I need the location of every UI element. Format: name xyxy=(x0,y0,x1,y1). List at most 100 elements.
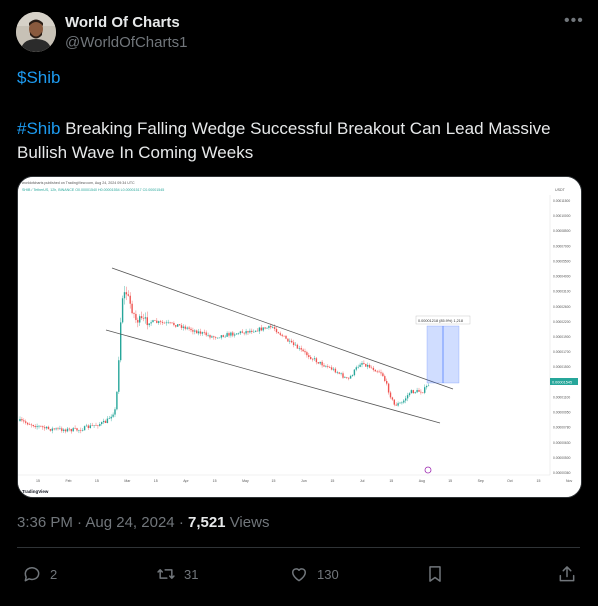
candle-body xyxy=(247,331,249,333)
measure-label: 0.00001218 (85.9%) 1,218 xyxy=(418,319,463,323)
candle-body xyxy=(74,428,76,429)
views-label: Views xyxy=(225,514,270,531)
candle-body xyxy=(114,409,116,415)
candle-body xyxy=(95,425,97,426)
candle-body xyxy=(406,395,409,399)
candle-body xyxy=(330,367,333,370)
share-button[interactable] xyxy=(557,560,577,588)
candle-body xyxy=(30,424,33,426)
chart-header-line2: SHIB / TetherUS, 12h, BINANCE O0.0000154… xyxy=(22,188,164,192)
candle-body xyxy=(106,418,109,423)
candle-body xyxy=(68,428,71,430)
candle-body xyxy=(291,340,293,343)
y-tick-label: 0.00000780 xyxy=(553,426,571,430)
candle-body xyxy=(273,327,276,329)
candle-body xyxy=(410,390,413,394)
candle-body xyxy=(163,322,166,324)
candle-body xyxy=(237,333,240,334)
candle-body xyxy=(64,429,67,432)
candle-body xyxy=(321,361,323,366)
cashtag-link[interactable]: $Shib xyxy=(17,68,60,88)
candle-body xyxy=(340,373,342,374)
chart-image[interactable]: worldofcharts published on TradingView.c… xyxy=(17,176,582,498)
reply-button[interactable]: 2 xyxy=(22,560,57,588)
bookmark-icon xyxy=(429,566,441,582)
x-tick-label: Sep xyxy=(478,479,484,483)
hashtag-link[interactable]: #Shib xyxy=(17,119,60,138)
candle-body xyxy=(121,298,124,323)
bookmark-button[interactable] xyxy=(425,560,445,588)
candle-body xyxy=(53,428,55,430)
candle-body xyxy=(361,363,363,365)
x-tick-label: Aug xyxy=(419,479,425,483)
candle-body xyxy=(205,332,207,336)
candle-body xyxy=(348,377,350,379)
candle-body xyxy=(169,322,171,324)
candle-body xyxy=(306,352,308,356)
candle-body xyxy=(167,322,169,324)
candle-body xyxy=(158,321,160,323)
post-date[interactable]: Aug 24, 2024 xyxy=(85,514,174,531)
candle-body xyxy=(310,357,312,359)
candle-body xyxy=(26,422,29,425)
candle-body xyxy=(196,330,198,334)
x-tick-label: Mar xyxy=(124,479,131,483)
candle-body xyxy=(76,428,78,431)
candle-body xyxy=(201,332,204,334)
candle-body xyxy=(332,368,335,370)
chart-header-line1: worldofcharts published on TradingView.c… xyxy=(22,181,135,185)
candle-body xyxy=(232,332,234,336)
candle-body xyxy=(32,424,34,427)
candle-body xyxy=(384,376,386,381)
candle-body xyxy=(376,371,378,373)
x-tick-label: 15 xyxy=(389,479,393,483)
avatar[interactable] xyxy=(16,12,56,52)
currency-label: USDT xyxy=(555,188,566,192)
candle-body xyxy=(177,324,179,327)
candle-body xyxy=(44,427,46,429)
like-button[interactable]: 130 xyxy=(289,560,339,588)
candle-body xyxy=(342,373,344,378)
x-tick-label: Jul xyxy=(360,479,365,483)
author-handle[interactable]: @WorldOfCharts1 xyxy=(65,34,187,51)
y-tick-label: 0.00001500 xyxy=(553,365,571,369)
candle-body xyxy=(55,428,57,430)
x-tick-label: Feb xyxy=(65,479,71,483)
chart-image-svg: worldofcharts published on TradingView.c… xyxy=(18,177,581,497)
candle-body xyxy=(281,334,283,336)
candle-body xyxy=(243,332,245,334)
author-name[interactable]: World Of Charts xyxy=(65,14,180,31)
candle-body xyxy=(102,420,105,423)
candle-body xyxy=(140,316,143,318)
repost-icon xyxy=(157,569,175,579)
candle-body xyxy=(209,335,211,338)
candle-body xyxy=(357,366,359,368)
tweet-body: Breaking Falling Wedge Successful Breako… xyxy=(17,119,551,162)
candle-body xyxy=(45,426,48,429)
candle-body xyxy=(239,331,242,334)
post-time[interactable]: 3:36 PM xyxy=(17,514,73,531)
candle-body xyxy=(349,376,352,379)
candle-body xyxy=(292,342,295,346)
x-tick-label: Nov xyxy=(566,479,572,483)
candle-body xyxy=(355,367,357,370)
repost-button[interactable]: 31 xyxy=(156,560,198,588)
more-icon[interactable]: ••• xyxy=(564,12,584,30)
candle-body xyxy=(298,348,300,349)
candle-body xyxy=(258,327,261,332)
candle-body xyxy=(254,330,257,332)
candle-body xyxy=(142,317,145,319)
candle-body xyxy=(137,319,139,323)
candle-body xyxy=(416,390,418,393)
x-tick-label: 15 xyxy=(330,479,334,483)
divider xyxy=(17,547,580,548)
candle-body xyxy=(97,425,99,427)
reply-icon xyxy=(24,567,40,582)
candle-body xyxy=(353,369,356,376)
candle-body xyxy=(51,428,53,431)
candle-body xyxy=(192,330,194,332)
candle-body xyxy=(264,327,266,329)
candle-body xyxy=(101,422,103,425)
candle-body xyxy=(93,425,95,426)
candle-body xyxy=(304,351,306,353)
